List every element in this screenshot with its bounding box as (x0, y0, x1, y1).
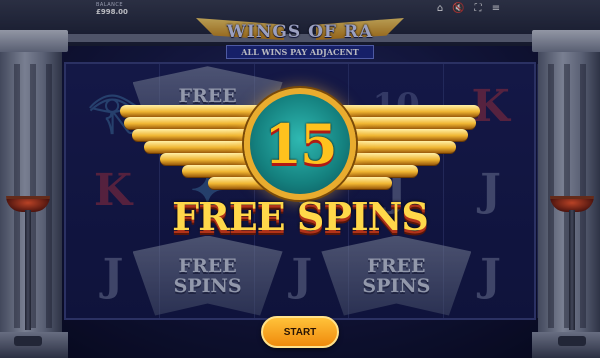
award-disc: 15 (244, 88, 356, 200)
free-spins-count: 15 (264, 112, 337, 176)
start-button[interactable]: START (261, 316, 339, 348)
free-spins-award-emblem: 15 FREE SPINS (0, 0, 600, 358)
free-spins-title: FREE SPINS (172, 194, 429, 239)
game-stage: 𓂀KJ✦☥❖J10JKJJFREESPINSFREESPINSFREESPINS… (0, 0, 600, 358)
